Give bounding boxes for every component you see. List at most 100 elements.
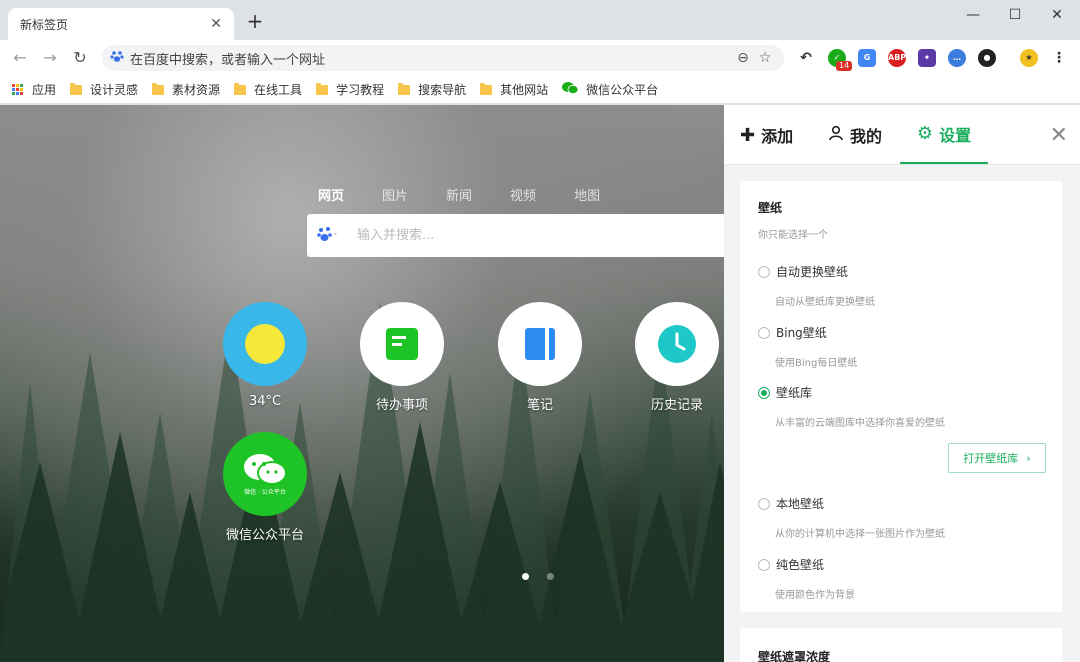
search-tab-news[interactable]: 新闻 bbox=[446, 185, 472, 204]
button-label: 打开壁纸库 bbox=[963, 452, 1019, 465]
app-label: 历史记录 bbox=[650, 398, 703, 413]
browser-tab[interactable]: 新标签页 ✕ bbox=[8, 8, 234, 40]
app-notes[interactable]: 笔记 bbox=[490, 302, 590, 413]
bookmark-wechat[interactable]: 微信公众平台 bbox=[562, 81, 658, 98]
bookmark-folder[interactable]: 学习教程 bbox=[316, 81, 384, 98]
option-label: 本地壁纸 bbox=[776, 497, 825, 511]
folder-icon bbox=[316, 82, 329, 95]
page-dot-active[interactable] bbox=[522, 573, 529, 580]
tab-mine[interactable]: 我的 bbox=[828, 105, 882, 165]
address-input[interactable]: 在百度中搜索，或者输入一个网址 bbox=[130, 49, 732, 68]
address-bar[interactable]: 在百度中搜索，或者输入一个网址 ⊖ ☆ bbox=[102, 45, 784, 71]
todo-icon bbox=[360, 302, 444, 386]
mask-card: 壁纸遮罩浓度 bbox=[740, 628, 1062, 662]
close-window-button[interactable]: ✕ bbox=[1042, 4, 1072, 26]
search-box bbox=[307, 214, 724, 257]
option-desc: 从丰富的云端图库中选择你喜爱的壁纸 bbox=[775, 418, 945, 429]
folder-icon bbox=[480, 82, 493, 95]
tab-label: 添加 bbox=[761, 127, 794, 146]
folder-icon bbox=[234, 82, 247, 95]
wallpaper-option-auto[interactable]: 自动更换壁纸 自动从壁纸库更换壁纸 bbox=[758, 263, 1048, 308]
tab-label: 设置 bbox=[939, 125, 972, 145]
gear-extension-icon[interactable]: ✦ bbox=[918, 49, 936, 67]
radio-button[interactable] bbox=[758, 497, 770, 510]
bookmark-folder[interactable]: 搜索导航 bbox=[398, 81, 466, 98]
wallpaper-option-bing[interactable]: Bing壁纸 使用Bing每日壁纸 bbox=[758, 324, 1048, 369]
search-type-tabs: 网页 图片 新闻 视频 地图 bbox=[318, 185, 638, 204]
radio-button[interactable] bbox=[758, 326, 770, 339]
google-extension-icon[interactable]: G bbox=[858, 49, 876, 67]
folder-icon bbox=[152, 82, 165, 95]
clock-icon bbox=[635, 302, 719, 386]
open-wallpaper-library-button[interactable]: 打开壁纸库 › bbox=[948, 443, 1046, 473]
bookmark-folder[interactable]: 其他网站 bbox=[480, 81, 548, 98]
bookmark-label: 素材资源 bbox=[172, 83, 221, 97]
chat-extension-icon[interactable]: … bbox=[948, 49, 966, 67]
page-dot[interactable] bbox=[547, 573, 554, 580]
profile-avatar-icon[interactable]: ★ bbox=[1020, 49, 1038, 67]
tab-label: 我的 bbox=[850, 127, 883, 146]
back-icon[interactable]: ← bbox=[8, 47, 32, 69]
folder-icon bbox=[398, 82, 411, 95]
option-label: Bing壁纸 bbox=[776, 326, 827, 340]
close-tab-icon[interactable]: ✕ bbox=[210, 16, 222, 32]
settings-panel: ✚ 添加 我的 ⚙ 设置 ✕ 壁纸 你只能选择一个 自动更换壁纸 自动从壁纸库更… bbox=[724, 105, 1080, 662]
close-panel-icon[interactable]: ✕ bbox=[1050, 123, 1068, 148]
search-tab-images[interactable]: 图片 bbox=[382, 185, 408, 204]
baidu-paw-icon bbox=[110, 49, 124, 67]
tab-add[interactable]: ✚ 添加 bbox=[740, 105, 793, 165]
bookmark-label: 搜索导航 bbox=[418, 83, 467, 97]
newtab-page: 网页 图片 新闻 视频 地图 34°C 待办事项 笔记 历史记录 bbox=[0, 105, 724, 662]
panel-header: ✚ 添加 我的 ⚙ 设置 ✕ bbox=[724, 105, 1080, 165]
gear-icon: ⚙ bbox=[916, 123, 934, 144]
star-icon[interactable]: ☆ bbox=[754, 50, 776, 66]
option-label: 自动更换壁纸 bbox=[776, 265, 849, 279]
wallpaper-option-local[interactable]: 本地壁纸 从你的计算机中选择一张图片作为壁纸 bbox=[758, 495, 1048, 540]
app-todo[interactable]: 待办事项 bbox=[352, 302, 452, 413]
app-weather[interactable]: 34°C bbox=[215, 302, 315, 409]
app-label: 34°C bbox=[248, 394, 282, 409]
bookmark-folder[interactable]: 在线工具 bbox=[234, 81, 302, 98]
undo-extension-icon[interactable]: ↶ bbox=[797, 49, 815, 67]
app-history[interactable]: 历史记录 bbox=[627, 302, 724, 413]
bookmark-label: 其他网站 bbox=[500, 83, 549, 97]
wechat-icon bbox=[562, 81, 579, 98]
adblock-extension-icon[interactable]: ABP bbox=[888, 49, 906, 67]
bookmark-label: 在线工具 bbox=[254, 83, 303, 97]
radio-button[interactable] bbox=[758, 558, 770, 571]
menu-kebab-icon[interactable]: ⋮ bbox=[1050, 49, 1068, 67]
mask-title: 壁纸遮罩浓度 bbox=[758, 650, 831, 662]
new-tab-button[interactable]: + bbox=[244, 10, 266, 32]
option-label: 壁纸库 bbox=[776, 386, 813, 400]
app-wechat-mp[interactable]: 微信 · 公众平台 微信公众平台 bbox=[215, 432, 315, 543]
color-extension-icon[interactable]: ● bbox=[978, 49, 996, 67]
bookmark-label: 学习教程 bbox=[336, 83, 385, 97]
bookmark-apps[interactable]: 应用 bbox=[12, 81, 56, 98]
bookmark-folder[interactable]: 素材资源 bbox=[152, 81, 220, 98]
reload-icon[interactable]: ↻ bbox=[68, 47, 92, 69]
option-desc: 使用Bing每日壁纸 bbox=[775, 358, 858, 369]
minimize-button[interactable]: — bbox=[958, 4, 988, 26]
search-tab-map[interactable]: 地图 bbox=[574, 185, 600, 204]
plus-icon: ✚ bbox=[740, 124, 756, 146]
wallpaper-option-solid[interactable]: 纯色壁纸 使用颜色作为背景 bbox=[758, 556, 1048, 601]
user-icon bbox=[828, 125, 844, 146]
search-tab-web[interactable]: 网页 bbox=[318, 185, 344, 204]
wallpaper-option-library[interactable]: 壁纸库 从丰富的云端图库中选择你喜爱的壁纸 bbox=[758, 384, 1048, 429]
tab-settings[interactable]: ⚙ 设置 bbox=[900, 105, 988, 164]
search-input[interactable] bbox=[357, 228, 714, 243]
app-label: 笔记 bbox=[526, 398, 553, 413]
weather-icon bbox=[223, 302, 307, 386]
chevron-right-icon: › bbox=[1026, 451, 1031, 465]
baidu-engine-icon[interactable] bbox=[317, 226, 339, 246]
wallpaper-card: 壁纸 你只能选择一个 自动更换壁纸 自动从壁纸库更换壁纸 Bing壁纸 使用Bi… bbox=[740, 181, 1062, 612]
maximize-button[interactable]: ☐ bbox=[1000, 4, 1030, 26]
zoom-icon[interactable]: ⊖ bbox=[732, 50, 754, 66]
search-tab-video[interactable]: 视频 bbox=[510, 185, 536, 204]
radio-button-selected[interactable] bbox=[758, 386, 770, 399]
bookmark-folder[interactable]: 设计灵感 bbox=[70, 81, 138, 98]
app-label: 微信公众平台 bbox=[225, 528, 304, 543]
forward-icon[interactable]: → bbox=[38, 47, 62, 69]
option-desc: 使用颜色作为背景 bbox=[775, 590, 855, 601]
radio-button[interactable] bbox=[758, 265, 770, 278]
